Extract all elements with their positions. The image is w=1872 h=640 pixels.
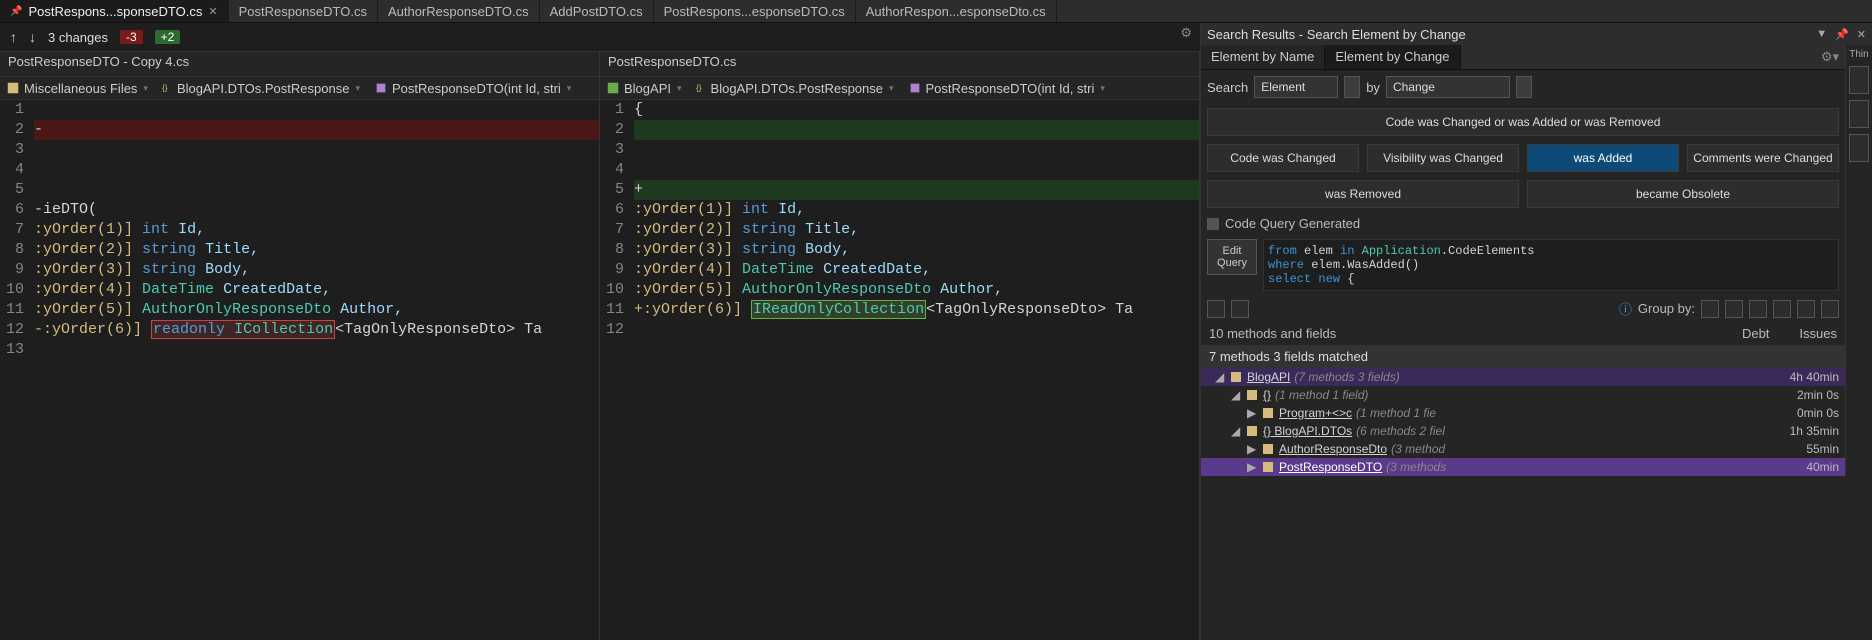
tab-by-change[interactable]: Element by Change	[1325, 45, 1460, 69]
document-tab[interactable]: PostRespons...esponseDTO.cs	[654, 0, 856, 22]
group-opt-1[interactable]	[1701, 300, 1719, 318]
thin-btn-1[interactable]	[1849, 66, 1869, 94]
thin-btn-3[interactable]	[1849, 134, 1869, 162]
tree-row[interactable]: ▶AuthorResponseDto (3 method55min	[1201, 440, 1845, 458]
left-title: PostResponseDTO - Copy 4.cs	[0, 52, 599, 76]
search-label: Search	[1207, 80, 1248, 95]
left-code[interactable]: 12345678910111213 - -ieDTO( :yOrder(1)] …	[0, 100, 599, 640]
file-icon[interactable]	[1821, 300, 1839, 318]
right-gutter: 123456789101112	[600, 100, 634, 640]
gear-icon[interactable]: ⚙▾	[1815, 45, 1845, 69]
diff-panes: PostResponseDTO - Copy 4.cs Miscellaneou…	[0, 52, 1200, 640]
group-toolbar: ⓘ Group by:	[1201, 295, 1845, 322]
close-icon[interactable]: ✕	[1857, 28, 1866, 41]
crumb-namespace[interactable]: {}BlogAPI.DTOs.PostResponse▾	[156, 81, 368, 96]
tab-by-name[interactable]: Element by Name	[1201, 45, 1325, 69]
code-query-body: Edit Query from elem in Application.Code…	[1201, 235, 1845, 295]
left-gutter: 12345678910111213	[0, 100, 34, 640]
document-tab[interactable]: 📌PostRespons...sponseDTO.cs✕	[0, 0, 229, 22]
gear-icon[interactable]: ⚙	[1180, 25, 1192, 41]
pin-icon[interactable]: 📌	[10, 6, 22, 17]
next-change-icon[interactable]: ↓	[29, 29, 36, 45]
added-badge: +2	[155, 30, 181, 44]
right-breadcrumb: BlogAPI▾ {}BlogAPI.DTOs.PostResponse▾ Po…	[600, 76, 1199, 100]
document-tab[interactable]: AuthorResponseDTO.cs	[378, 0, 540, 22]
collapse-all-icon[interactable]	[1231, 300, 1249, 318]
right-title: PostResponseDTO.cs	[600, 52, 1199, 76]
edit-query-button[interactable]: Edit Query	[1207, 239, 1257, 275]
tree-row[interactable]: ◢BlogAPI (7 methods 3 fields)4h 40min	[1201, 368, 1845, 386]
by-color[interactable]	[1516, 76, 1532, 98]
filter-button[interactable]: was Added	[1527, 144, 1679, 172]
filter-button[interactable]: Code was Changed or was Added or was Rem…	[1207, 108, 1839, 136]
group-opt-4[interactable]	[1773, 300, 1791, 318]
diff-editor: ↑ ↓ 3 changes -3 +2 ⚙ PostResponseDTO - …	[0, 23, 1201, 640]
search-color[interactable]	[1344, 76, 1360, 98]
change-bar: ↑ ↓ 3 changes -3 +2 ⚙	[0, 23, 1200, 52]
dropdown-icon[interactable]: ▼	[1816, 28, 1827, 41]
expand-all-icon[interactable]	[1207, 300, 1225, 318]
filter-button[interactable]: Comments were Changed	[1687, 144, 1839, 172]
group-opt-2[interactable]	[1725, 300, 1743, 318]
crumb-member[interactable]: PostResponseDTO(int Id, stri▾	[902, 81, 1113, 96]
removed-badge: -3	[120, 30, 143, 44]
by-input[interactable]	[1386, 76, 1510, 98]
tree-row[interactable]: ◢{} BlogAPI.DTOs (6 methods 2 fiel1h 35m…	[1201, 422, 1845, 440]
thin-sidebar: Thin	[1845, 45, 1872, 476]
group-opt-3[interactable]	[1749, 300, 1767, 318]
prev-change-icon[interactable]: ↑	[10, 29, 17, 45]
document-tab[interactable]: PostResponseDTO.cs	[229, 0, 378, 22]
right-pane: PostResponseDTO.cs BlogAPI▾ {}BlogAPI.DT…	[600, 52, 1200, 640]
code-query-code[interactable]: from elem in Application.CodeElements wh…	[1263, 239, 1839, 291]
tree-header: 7 methods 3 fields matched	[1201, 345, 1845, 368]
result-tree[interactable]: ◢BlogAPI (7 methods 3 fields)4h 40min◢{}…	[1201, 368, 1845, 476]
crumb-project[interactable]: BlogAPI▾	[600, 81, 690, 96]
crumb-namespace[interactable]: {}BlogAPI.DTOs.PostResponse▾	[690, 81, 902, 96]
filter-button[interactable]: became Obsolete	[1527, 180, 1839, 208]
search-results-panel: Search Results - Search Element by Chang…	[1201, 23, 1872, 640]
tree-row[interactable]: ▶Program+<>c (1 method 1 fie0min 0s	[1201, 404, 1845, 422]
info-icon[interactable]: ⓘ	[1619, 299, 1632, 318]
code-query-header: Code Query Generated	[1201, 212, 1845, 235]
mode-tabs: Element by Name Element by Change ⚙▾	[1201, 45, 1845, 70]
svg-text:{}: {}	[162, 84, 168, 93]
pin-icon[interactable]: 📌	[1835, 28, 1849, 41]
thin-btn-2[interactable]	[1849, 100, 1869, 128]
search-input[interactable]	[1254, 76, 1338, 98]
filter-button[interactable]: Code was Changed	[1207, 144, 1359, 172]
main: ↑ ↓ 3 changes -3 +2 ⚙ PostResponseDTO - …	[0, 23, 1872, 640]
left-breadcrumb: Miscellaneous Files▾ {}BlogAPI.DTOs.Post…	[0, 76, 599, 100]
document-tab[interactable]: AuthorRespon...esponseDto.cs	[856, 0, 1057, 22]
tree-row[interactable]: ▶PostResponseDTO (3 methods40min	[1201, 458, 1845, 476]
filter-button[interactable]: was Removed	[1207, 180, 1519, 208]
change-count: 3 changes	[48, 30, 108, 45]
panel-title: Search Results - Search Element by Chang…	[1207, 27, 1466, 42]
right-code-lines: { + :yOrder(1)] int Id, :yOrder(2)] stri…	[634, 100, 1199, 640]
tree-row[interactable]: ◢{} (1 method 1 field)2min 0s	[1201, 386, 1845, 404]
folder-icon[interactable]	[1797, 300, 1815, 318]
by-label: by	[1366, 80, 1380, 95]
document-tabs: 📌PostRespons...sponseDTO.cs✕PostResponse…	[0, 0, 1872, 23]
close-icon[interactable]: ✕	[208, 5, 217, 18]
right-code[interactable]: 123456789101112 { + :yOrder(1)] int Id, …	[600, 100, 1199, 640]
collapse-icon[interactable]	[1207, 218, 1219, 230]
crumb-project[interactable]: Miscellaneous Files▾	[0, 81, 156, 96]
filter-buttons: Code was Changed or was Added or was Rem…	[1201, 104, 1845, 212]
filter-button[interactable]: Visibility was Changed	[1367, 144, 1519, 172]
document-tab[interactable]: AddPostDTO.cs	[540, 0, 654, 22]
panel-titlebar: Search Results - Search Element by Chang…	[1201, 23, 1872, 45]
crumb-member[interactable]: PostResponseDTO(int Id, stri▾	[368, 81, 579, 96]
search-row: Search by	[1201, 70, 1845, 104]
count-row: 10 methods and fields DebtIssues	[1201, 322, 1845, 345]
left-code-lines: - -ieDTO( :yOrder(1)] int Id, :yOrder(2)…	[34, 100, 599, 640]
svg-text:{}: {}	[696, 84, 702, 93]
left-pane: PostResponseDTO - Copy 4.cs Miscellaneou…	[0, 52, 600, 640]
